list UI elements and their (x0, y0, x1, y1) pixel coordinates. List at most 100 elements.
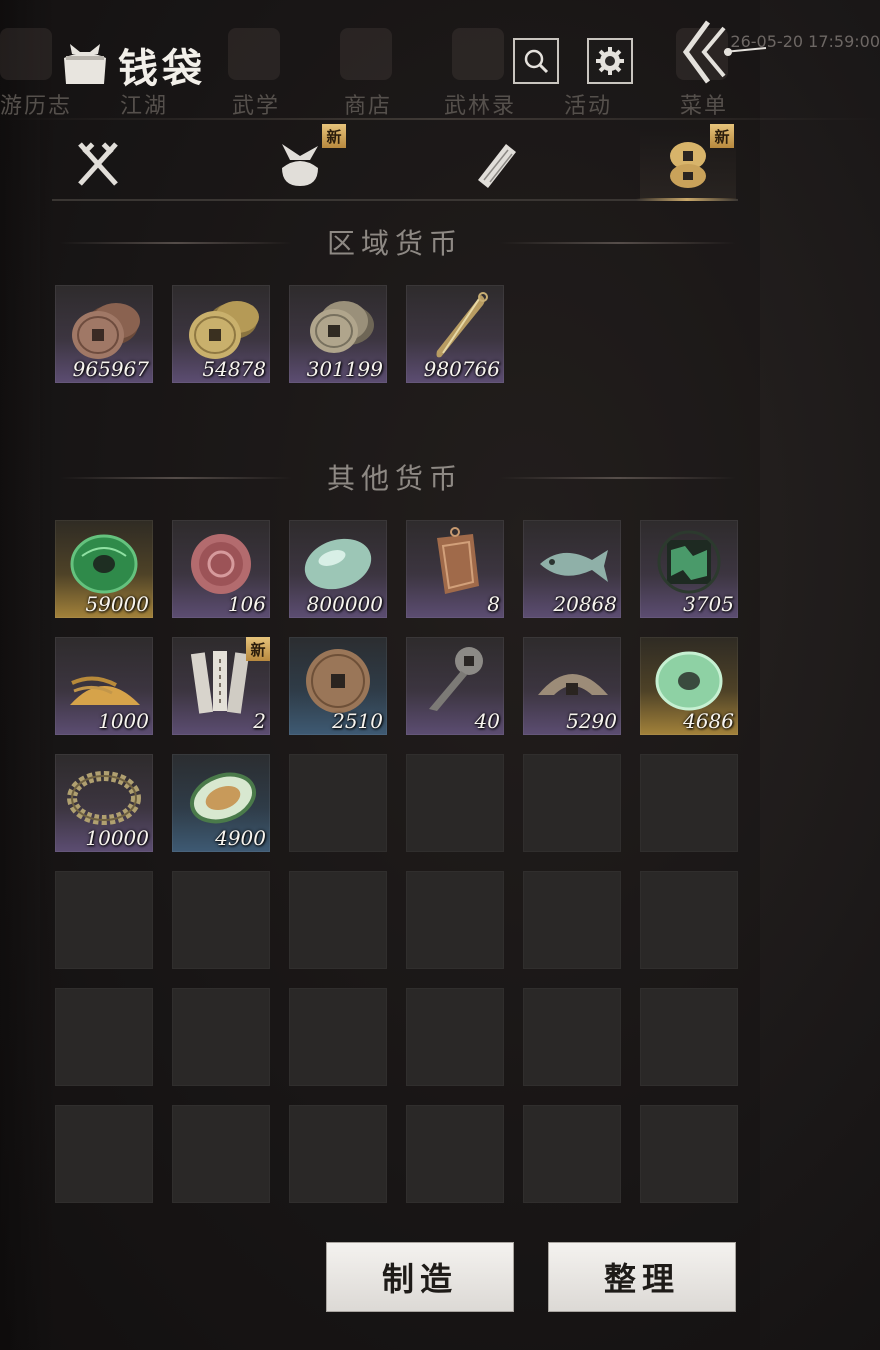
empty-slot[interactable] (523, 1105, 621, 1203)
item-quantity: 106 (227, 592, 266, 616)
item-quantity: 40 (474, 709, 500, 733)
currency-item-slot[interactable]: 5290 (523, 637, 621, 735)
empty-slot[interactable] (172, 871, 270, 969)
empty-slot[interactable] (55, 988, 153, 1086)
grain-pile-icon (70, 676, 140, 705)
empty-slot[interactable] (406, 1105, 504, 1203)
search-icon (524, 49, 549, 74)
bg-menu-item: 活动 (564, 94, 613, 119)
bundle-bag-icon (282, 144, 318, 186)
item-quantity: 4686 (683, 709, 734, 733)
empty-slot[interactable] (406, 871, 504, 969)
item-quantity: 2 (253, 709, 266, 733)
item-quantity: 5290 (566, 709, 617, 733)
item-quantity: 980766 (423, 357, 500, 381)
bg-menu-item: 游历志 (0, 94, 73, 119)
item-quantity: 8 (487, 592, 500, 616)
coins-icon (670, 142, 706, 188)
settings-button[interactable] (587, 38, 633, 84)
currency-item-slot[interactable]: 2510 (289, 637, 387, 735)
back-button[interactable] (678, 18, 770, 88)
copper-coins-icon (72, 303, 140, 359)
currency-item-slot[interactable]: 4900 (172, 754, 270, 852)
coin-string-icon (67, 771, 141, 825)
empty-slot[interactable] (523, 988, 621, 1086)
empty-slot[interactable] (640, 754, 738, 852)
empty-slot[interactable] (523, 871, 621, 969)
empty-slot[interactable] (640, 1105, 738, 1203)
new-badge: 新 (246, 637, 270, 661)
currency-item-slot[interactable]: 2新 (172, 637, 270, 735)
craft-button[interactable]: 制造 (326, 1242, 514, 1312)
bg-menu-item: 菜单 (680, 94, 729, 119)
empty-slot[interactable] (172, 1105, 270, 1203)
new-badge: 新 (710, 124, 734, 148)
side-shadow (0, 0, 55, 1350)
fish-icon (540, 550, 608, 582)
bg-book-icon (0, 28, 52, 80)
empty-slot[interactable] (172, 988, 270, 1086)
gear-icon (596, 47, 624, 75)
red-seal-cake-icon (191, 534, 251, 594)
currency-item-slot[interactable]: 106 (172, 520, 270, 618)
item-quantity: 20868 (553, 592, 617, 616)
currency-item-slot[interactable]: 59000 (55, 520, 153, 618)
crossed-swords-icon (78, 142, 118, 186)
empty-slot[interactable] (289, 1105, 387, 1203)
search-button[interactable] (513, 38, 559, 84)
pale-jade-ring-icon (655, 651, 723, 711)
empty-slot[interactable] (55, 871, 153, 969)
section-title-regional: 区域货币 (326, 227, 463, 260)
item-quantity: 54878 (202, 357, 266, 381)
bg-scroll-icon (452, 28, 504, 80)
bg-tower-icon (340, 28, 392, 80)
green-jade-ring-icon (70, 534, 138, 594)
currency-item-slot[interactable]: 800000 (289, 520, 387, 618)
currency-item-slot[interactable]: 40 (406, 637, 504, 735)
currency-item-slot[interactable]: 4686 (640, 637, 738, 735)
wallet-bag-icon (60, 40, 110, 86)
blade-token-icon (436, 292, 488, 358)
sort-button[interactable]: 整理 (548, 1242, 736, 1312)
tab-equipment[interactable] (50, 128, 146, 200)
section-title-other: 其他货币 (326, 462, 463, 495)
item-quantity: 965967 (72, 357, 149, 381)
empty-slot[interactable] (523, 754, 621, 852)
empty-slot[interactable] (289, 871, 387, 969)
gold-coins-icon (189, 301, 259, 359)
tab-scrolls[interactable] (448, 128, 544, 200)
empty-slot[interactable] (55, 1105, 153, 1203)
scroll-icon (478, 144, 516, 188)
item-quantity: 1000 (98, 709, 149, 733)
active-tab-indicator (636, 198, 738, 201)
empty-slot[interactable] (406, 988, 504, 1086)
bronze-tag-icon (437, 527, 479, 594)
tab-currency[interactable]: 新 (640, 124, 736, 200)
empty-slot[interactable] (406, 754, 504, 852)
item-quantity: 10000 (85, 826, 149, 850)
key-coin-icon (429, 647, 483, 711)
empty-slot[interactable] (289, 988, 387, 1086)
bg-lantern-icon (228, 28, 280, 80)
currency-item-slot[interactable]: 8 (406, 520, 504, 618)
currency-item-slot[interactable]: 1000 (55, 637, 153, 735)
currency-item-slot[interactable]: 10000 (55, 754, 153, 852)
item-quantity: 301199 (306, 357, 383, 381)
item-quantity: 2510 (332, 709, 383, 733)
empty-slot[interactable] (640, 871, 738, 969)
map-token-icon (657, 530, 721, 594)
item-quantity: 59000 (85, 592, 149, 616)
melon-icon (190, 772, 256, 824)
currency-item-slot[interactable]: 3705 (640, 520, 738, 618)
large-coin-icon (306, 649, 370, 713)
currency-item-slot[interactable]: 301199 (289, 285, 387, 383)
tab-bundles[interactable]: 新 (252, 124, 348, 200)
currency-item-slot[interactable]: 20868 (523, 520, 621, 618)
currency-item-slot[interactable]: 965967 (55, 285, 153, 383)
empty-slot[interactable] (289, 754, 387, 852)
currency-item-slot[interactable]: 54878 (172, 285, 270, 383)
bg-menu-item: 商店 (344, 94, 393, 119)
empty-slot[interactable] (640, 988, 738, 1086)
currency-item-slot[interactable]: 980766 (406, 285, 504, 383)
bg-menu-item: 武林录 (444, 94, 517, 119)
